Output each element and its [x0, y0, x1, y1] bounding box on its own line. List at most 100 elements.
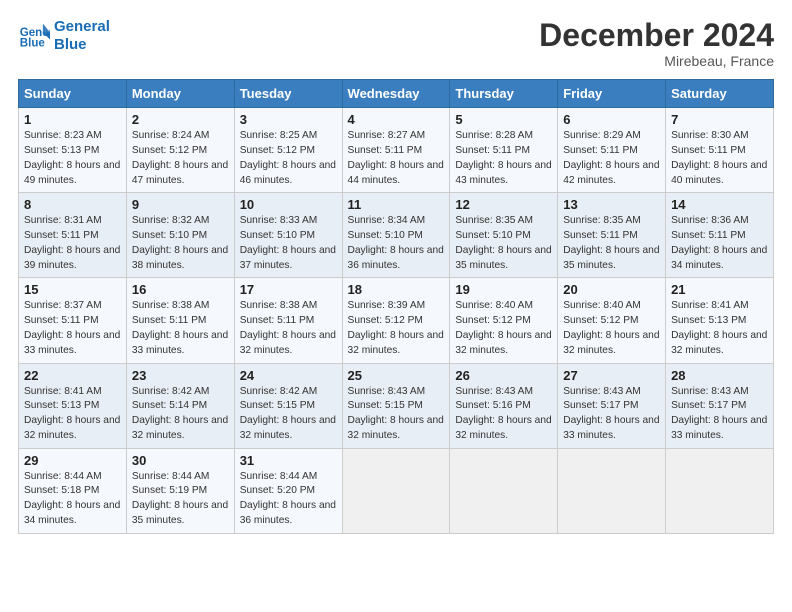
day-number: 14: [671, 197, 768, 212]
calendar-week-1: 1Sunrise: 8:23 AM Sunset: 5:13 PM Daylig…: [19, 108, 774, 193]
cell-sun-info: Sunrise: 8:43 AM Sunset: 5:17 PM Dayligh…: [563, 385, 660, 444]
calendar-cell: 13 Sunrise: 8:35 AM Sunset: 5:11 PM Dayli…: [558, 193, 666, 278]
day-number: 12: [455, 197, 552, 212]
cell-sun-info: Sunrise: 8:31 AM Sunset: 5:11 PM Dayligh…: [24, 214, 121, 273]
calendar-cell: 29 Sunrise: 8:44 AM Sunset: 5:18 PM Dayli…: [19, 448, 127, 533]
cell-sun-info: Sunrise: 8:35 AM Sunset: 5:11 PM Dayligh…: [563, 214, 660, 273]
calendar-cell: 1Sunrise: 8:23 AM Sunset: 5:13 PM Daylig…: [19, 108, 127, 193]
cell-sun-info: Sunrise: 8:41 AM Sunset: 5:13 PM Dayligh…: [671, 299, 768, 358]
day-header-thursday: Thursday: [450, 80, 558, 108]
day-number: 16: [132, 282, 229, 297]
cell-sun-info: Sunrise: 8:28 AM Sunset: 5:11 PM Dayligh…: [455, 129, 552, 188]
calendar-cell: 11 Sunrise: 8:34 AM Sunset: 5:10 PM Dayli…: [342, 193, 450, 278]
page: General Blue General Blue December 2024 …: [0, 0, 792, 612]
calendar-cell: 7 Sunrise: 8:30 AM Sunset: 5:11 PM Daylig…: [666, 108, 774, 193]
day-number: 2: [132, 112, 229, 127]
day-number: 6: [563, 112, 660, 127]
day-number: 21: [671, 282, 768, 297]
cell-sun-info: Sunrise: 8:30 AM Sunset: 5:11 PM Dayligh…: [671, 129, 768, 188]
cell-sun-info: Sunrise: 8:40 AM Sunset: 5:12 PM Dayligh…: [455, 299, 552, 358]
cell-sun-info: Sunrise: 8:25 AM Sunset: 5:12 PM Dayligh…: [240, 129, 337, 188]
calendar-cell: 4 Sunrise: 8:27 AM Sunset: 5:11 PM Daylig…: [342, 108, 450, 193]
calendar-cell: 21 Sunrise: 8:41 AM Sunset: 5:13 PM Dayli…: [666, 278, 774, 363]
cell-sun-info: Sunrise: 8:44 AM Sunset: 5:19 PM Dayligh…: [132, 470, 229, 529]
day-number: 4: [348, 112, 445, 127]
day-number: 27: [563, 368, 660, 383]
calendar-cell: 23Sunrise: 8:42 AM Sunset: 5:14 PM Dayli…: [126, 363, 234, 448]
day-number: 7: [671, 112, 768, 127]
day-number: 17: [240, 282, 337, 297]
day-number: 13: [563, 197, 660, 212]
day-number: 15: [24, 282, 121, 297]
day-number: 11: [348, 197, 445, 212]
day-header-friday: Friday: [558, 80, 666, 108]
cell-sun-info: Sunrise: 8:36 AM Sunset: 5:11 PM Dayligh…: [671, 214, 768, 273]
calendar-cell: [666, 448, 774, 533]
calendar-cell: 28Sunrise: 8:43 AM Sunset: 5:17 PM Dayli…: [666, 363, 774, 448]
cell-sun-info: Sunrise: 8:41 AM Sunset: 5:13 PM Dayligh…: [24, 385, 121, 444]
calendar-cell: 2Sunrise: 8:24 AM Sunset: 5:12 PM Daylig…: [126, 108, 234, 193]
location: Mirebeau, France: [539, 53, 774, 69]
calendar-header-row: SundayMondayTuesdayWednesdayThursdayFrid…: [19, 80, 774, 108]
calendar-cell: 5 Sunrise: 8:28 AM Sunset: 5:11 PM Daylig…: [450, 108, 558, 193]
day-number: 5: [455, 112, 552, 127]
calendar-week-2: 8 Sunrise: 8:31 AM Sunset: 5:11 PM Daylig…: [19, 193, 774, 278]
cell-sun-info: Sunrise: 8:42 AM Sunset: 5:14 PM Dayligh…: [132, 385, 229, 444]
cell-sun-info: Sunrise: 8:27 AM Sunset: 5:11 PM Dayligh…: [348, 129, 445, 188]
calendar-cell: [342, 448, 450, 533]
cell-sun-info: Sunrise: 8:34 AM Sunset: 5:10 PM Dayligh…: [348, 214, 445, 273]
cell-sun-info: Sunrise: 8:44 AM Sunset: 5:18 PM Dayligh…: [24, 470, 121, 529]
day-header-wednesday: Wednesday: [342, 80, 450, 108]
calendar-cell: 8 Sunrise: 8:31 AM Sunset: 5:11 PM Daylig…: [19, 193, 127, 278]
day-number: 8: [24, 197, 121, 212]
cell-sun-info: Sunrise: 8:39 AM Sunset: 5:12 PM Dayligh…: [348, 299, 445, 358]
calendar-cell: 12Sunrise: 8:35 AM Sunset: 5:10 PM Dayli…: [450, 193, 558, 278]
cell-sun-info: Sunrise: 8:43 AM Sunset: 5:15 PM Dayligh…: [348, 385, 445, 444]
cell-sun-info: Sunrise: 8:32 AM Sunset: 5:10 PM Dayligh…: [132, 214, 229, 273]
cell-sun-info: Sunrise: 8:40 AM Sunset: 5:12 PM Dayligh…: [563, 299, 660, 358]
calendar-week-5: 29 Sunrise: 8:44 AM Sunset: 5:18 PM Dayli…: [19, 448, 774, 533]
calendar-cell: 6 Sunrise: 8:29 AM Sunset: 5:11 PM Daylig…: [558, 108, 666, 193]
month-title: December 2024: [539, 18, 774, 53]
day-number: 30: [132, 453, 229, 468]
calendar-cell: 9 Sunrise: 8:32 AM Sunset: 5:10 PM Daylig…: [126, 193, 234, 278]
calendar-cell: 25 Sunrise: 8:43 AM Sunset: 5:15 PM Dayli…: [342, 363, 450, 448]
day-number: 18: [348, 282, 445, 297]
day-header-monday: Monday: [126, 80, 234, 108]
day-header-tuesday: Tuesday: [234, 80, 342, 108]
day-number: 25: [348, 368, 445, 383]
logo-line1: General: [54, 18, 110, 35]
cell-sun-info: Sunrise: 8:29 AM Sunset: 5:11 PM Dayligh…: [563, 129, 660, 188]
cell-sun-info: Sunrise: 8:37 AM Sunset: 5:11 PM Dayligh…: [24, 299, 121, 358]
cell-sun-info: Sunrise: 8:38 AM Sunset: 5:11 PM Dayligh…: [132, 299, 229, 358]
day-number: 10: [240, 197, 337, 212]
day-number: 29: [24, 453, 121, 468]
svg-text:Blue: Blue: [20, 38, 46, 50]
calendar-cell: 10 Sunrise: 8:33 AM Sunset: 5:10 PM Dayli…: [234, 193, 342, 278]
calendar-week-4: 22 Sunrise: 8:41 AM Sunset: 5:13 PM Dayli…: [19, 363, 774, 448]
day-number: 22: [24, 368, 121, 383]
day-number: 9: [132, 197, 229, 212]
title-block: December 2024 Mirebeau, France: [539, 18, 774, 69]
calendar-cell: 31Sunrise: 8:44 AM Sunset: 5:20 PM Dayli…: [234, 448, 342, 533]
calendar-cell: 24Sunrise: 8:42 AM Sunset: 5:15 PM Dayli…: [234, 363, 342, 448]
calendar-cell: 26Sunrise: 8:43 AM Sunset: 5:16 PM Dayli…: [450, 363, 558, 448]
calendar-table: SundayMondayTuesdayWednesdayThursdayFrid…: [18, 79, 774, 534]
day-number: 26: [455, 368, 552, 383]
cell-sun-info: Sunrise: 8:33 AM Sunset: 5:10 PM Dayligh…: [240, 214, 337, 273]
calendar-cell: 17Sunrise: 8:38 AM Sunset: 5:11 PM Dayli…: [234, 278, 342, 363]
calendar-cell: 3 Sunrise: 8:25 AM Sunset: 5:12 PM Daylig…: [234, 108, 342, 193]
calendar-cell: 22 Sunrise: 8:41 AM Sunset: 5:13 PM Dayli…: [19, 363, 127, 448]
day-number: 1: [24, 112, 121, 127]
calendar-cell: 30 Sunrise: 8:44 AM Sunset: 5:19 PM Dayli…: [126, 448, 234, 533]
calendar-cell: 14 Sunrise: 8:36 AM Sunset: 5:11 PM Dayli…: [666, 193, 774, 278]
day-number: 28: [671, 368, 768, 383]
calendar-cell: [450, 448, 558, 533]
logo-line2: Blue: [54, 36, 87, 53]
calendar-cell: 15 Sunrise: 8:37 AM Sunset: 5:11 PM Dayli…: [19, 278, 127, 363]
calendar-week-3: 15 Sunrise: 8:37 AM Sunset: 5:11 PM Dayli…: [19, 278, 774, 363]
logo-text: General Blue: [54, 18, 110, 54]
day-number: 3: [240, 112, 337, 127]
cell-sun-info: Sunrise: 8:44 AM Sunset: 5:20 PM Dayligh…: [240, 470, 337, 529]
calendar-cell: 16 Sunrise: 8:38 AM Sunset: 5:11 PM Dayli…: [126, 278, 234, 363]
